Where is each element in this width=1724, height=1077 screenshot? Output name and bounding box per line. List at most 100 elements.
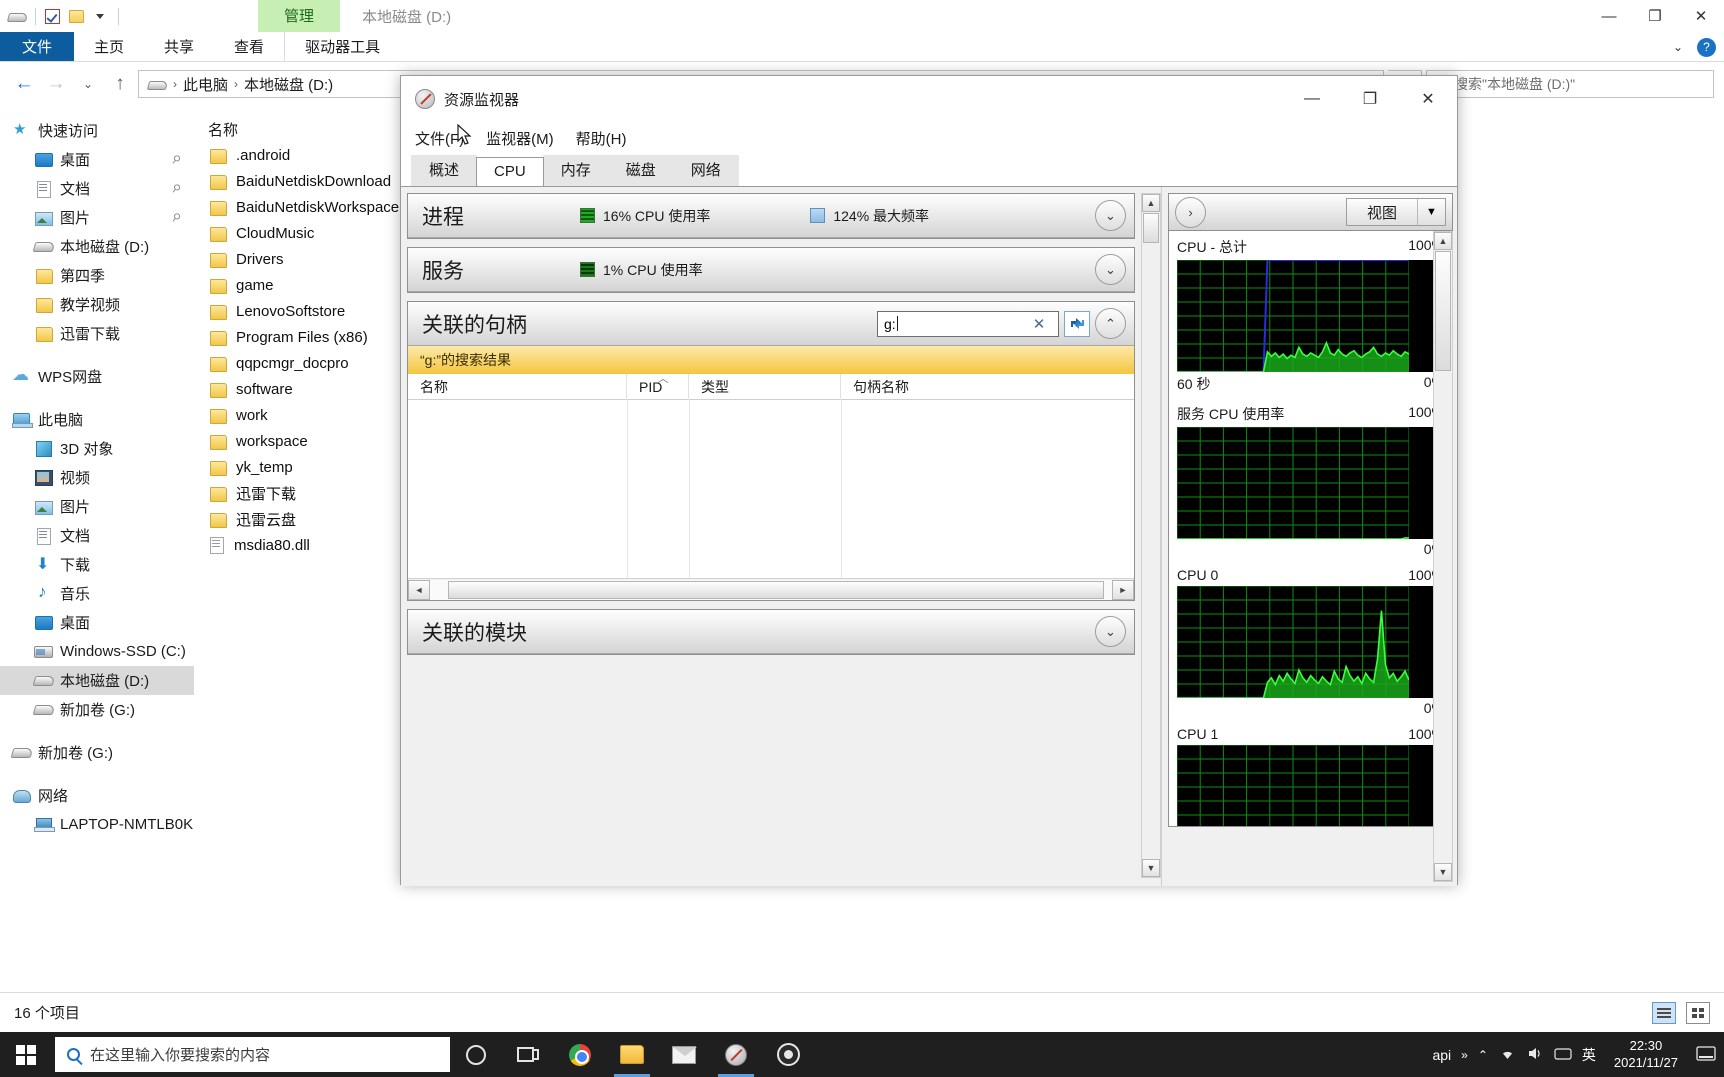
chevron-down-icon[interactable]: ⌄ (1095, 616, 1126, 647)
breadcrumb-separator-1[interactable]: › (234, 77, 238, 91)
sidebar-item-7[interactable]: 迅雷下载 (0, 319, 194, 348)
view-button[interactable]: 视图 ▼ (1345, 198, 1446, 226)
chevron-down-icon[interactable]: ⌄ (1673, 40, 1683, 54)
close-button[interactable]: ✕ (1678, 0, 1724, 32)
pin-icon[interactable]: ⚲ (169, 152, 184, 167)
notification-center-icon[interactable] (1696, 1045, 1716, 1065)
tab-memory[interactable]: 内存 (542, 153, 609, 186)
processes-panel-header[interactable]: 进程 16% CPU 使用率 124% 最大频率 ⌄ (408, 194, 1134, 238)
ime-language-label[interactable]: 英 (1582, 1045, 1596, 1065)
sidebar-item-14[interactable]: 图片 (0, 492, 194, 521)
breadcrumb-item-this-pc[interactable]: 此电脑 (183, 74, 228, 95)
chevron-right-icon[interactable]: › (1175, 196, 1206, 228)
up-button[interactable]: ↑ (106, 70, 134, 98)
sidebar-item-20[interactable]: 本地磁盘 (D:) (0, 666, 194, 695)
chevron-down-icon[interactable]: ⌄ (1095, 200, 1126, 231)
graph-scroll-down-button[interactable]: ▼ (1434, 863, 1452, 881)
clear-search-icon[interactable]: ✕ (1026, 311, 1052, 337)
tab-disk[interactable]: 磁盘 (607, 153, 674, 186)
scroll-right-button[interactable]: ► (1112, 579, 1134, 600)
sidebar-item-18[interactable]: 桌面 (0, 608, 194, 637)
chrome-icon[interactable] (554, 1032, 606, 1077)
recent-locations-button[interactable]: ⌄ (74, 70, 102, 98)
sidebar-item-0[interactable]: 快速访问 (0, 116, 194, 145)
sidebar-item-15[interactable]: 文档 (0, 521, 194, 550)
tab-network[interactable]: 网络 (672, 153, 739, 186)
wifi-icon[interactable] (1498, 1046, 1517, 1064)
refresh-search-icon[interactable] (1064, 310, 1090, 337)
details-view-icon[interactable] (1652, 1001, 1676, 1024)
sidebar-item-5[interactable]: 第四季 (0, 261, 194, 290)
task-view-icon[interactable] (502, 1032, 554, 1077)
help-icon[interactable]: ? (1697, 37, 1716, 57)
input-indicator-icon[interactable] (1554, 1046, 1572, 1064)
sidebar-item-12[interactable]: 3D 对象 (0, 434, 194, 463)
sidebar-item-9[interactable]: WPS网盘 (0, 362, 194, 391)
hscroll-track[interactable] (430, 579, 1112, 600)
windows-start-icon[interactable] (0, 1032, 52, 1077)
ribbon-tab-file[interactable]: 文件 (0, 32, 75, 61)
chevron-down-icon[interactable]: ⌄ (1095, 254, 1126, 285)
mail-icon[interactable] (658, 1032, 710, 1077)
chevron-down-icon[interactable]: ▼ (1417, 199, 1445, 225)
hscroll-thumb[interactable] (448, 580, 1104, 599)
tab-overview[interactable]: 概述 (411, 153, 478, 186)
sidebar-item-16[interactable]: 下载 (0, 550, 194, 579)
sidebar-item-6[interactable]: 教学视频 (0, 290, 194, 319)
scroll-left-button[interactable]: ◄ (408, 579, 430, 600)
resmon-close-button[interactable]: ✕ (1399, 76, 1457, 122)
forward-button[interactable]: → (42, 70, 70, 98)
menu-help[interactable]: 帮助(H) (576, 128, 627, 149)
column-header-name[interactable]: 名称 (408, 373, 627, 400)
sidebar-item-13[interactable]: 视频 (0, 463, 194, 492)
sidebar-item-21[interactable]: 新加卷 (G:) (0, 695, 194, 724)
obs-icon[interactable] (762, 1032, 814, 1077)
handle-search-input[interactable]: g: ✕ (877, 310, 1059, 337)
chevron-up-icon[interactable]: ⌃ (1095, 308, 1126, 339)
tab-cpu[interactable]: CPU (476, 157, 544, 186)
cortana-icon[interactable] (450, 1032, 502, 1077)
tray-overflow-icon[interactable]: » (1461, 1048, 1468, 1062)
scroll-down-button[interactable]: ▼ (1142, 859, 1160, 877)
scroll-up-button[interactable]: ▲ (1142, 194, 1160, 212)
ribbon-tab-home[interactable]: 主页 (74, 32, 144, 61)
sidebar-item-23[interactable]: 新加卷 (G:) (0, 738, 194, 767)
customize-dropdown-icon[interactable] (89, 6, 111, 26)
new-folder-icon[interactable] (65, 6, 87, 26)
services-panel-header[interactable]: 服务 1% CPU 使用率 ⌄ (408, 248, 1134, 292)
sidebar-item-26[interactable]: LAPTOP-NMTLB0K (0, 810, 194, 839)
left-scroll-thumb[interactable] (1143, 213, 1159, 243)
modules-panel-header[interactable]: 关联的模块 ⌄ (408, 610, 1134, 654)
chevron-up-icon[interactable]: ⌃ (1478, 1048, 1488, 1062)
taskbar-search-box[interactable]: 在这里输入你要搜索的内容 (55, 1037, 450, 1072)
resmon-left-scrollbar[interactable]: ▲ ▼ (1141, 193, 1161, 878)
taskbar-clock[interactable]: 22:30 2021/11/27 (1606, 1038, 1686, 1071)
column-header-pid[interactable]: PID ︿ (627, 373, 689, 400)
explorer-search-box[interactable]: 搜索"本地磁盘 (D:)" (1426, 70, 1714, 98)
large-icons-view-icon[interactable] (1686, 1001, 1710, 1024)
column-header-handle-name[interactable]: 句柄名称 (841, 374, 1041, 400)
handles-panel-header[interactable]: 关联的句柄 g: ✕ ⌃ (408, 302, 1134, 346)
sidebar-item-1[interactable]: 桌面 ⚲ (0, 145, 194, 174)
tray-api-label[interactable]: api (1432, 1047, 1451, 1063)
menu-monitor[interactable]: 监视器(M) (486, 128, 554, 149)
breadcrumb-item-local-disk-d[interactable]: 本地磁盘 (D:) (244, 74, 333, 95)
ribbon-tab-share[interactable]: 共享 (144, 32, 214, 61)
resource-monitor-icon[interactable] (710, 1032, 762, 1077)
ribbon-tab-drive-tools[interactable]: 驱动器工具 (284, 32, 400, 61)
graph-scroll-thumb[interactable] (1435, 251, 1451, 371)
resmon-minimize-button[interactable]: — (1283, 76, 1341, 122)
sidebar-item-11[interactable]: 此电脑 (0, 405, 194, 434)
minimize-button[interactable]: — (1586, 0, 1632, 32)
graph-scroll-up-button[interactable]: ▲ (1434, 232, 1452, 250)
sidebar-item-17[interactable]: 音乐 (0, 579, 194, 608)
sidebar-item-2[interactable]: 文档 ⚲ (0, 174, 194, 203)
sidebar-item-4[interactable]: 本地磁盘 (D:) (0, 232, 194, 261)
graphs-scroll-area[interactable]: CPU - 总计100%60 秒0%服务 CPU 使用率100%0%CPU 01… (1168, 231, 1453, 827)
handles-table-body[interactable] (408, 400, 1134, 578)
back-button[interactable]: ← (10, 70, 38, 98)
column-header-type[interactable]: 类型 (689, 373, 841, 400)
handles-horizontal-scrollbar[interactable]: ◄ ► (408, 578, 1134, 600)
maximize-button[interactable]: ❐ (1632, 0, 1678, 32)
resmon-right-scrollbar[interactable]: ▲ ▼ (1433, 231, 1453, 882)
